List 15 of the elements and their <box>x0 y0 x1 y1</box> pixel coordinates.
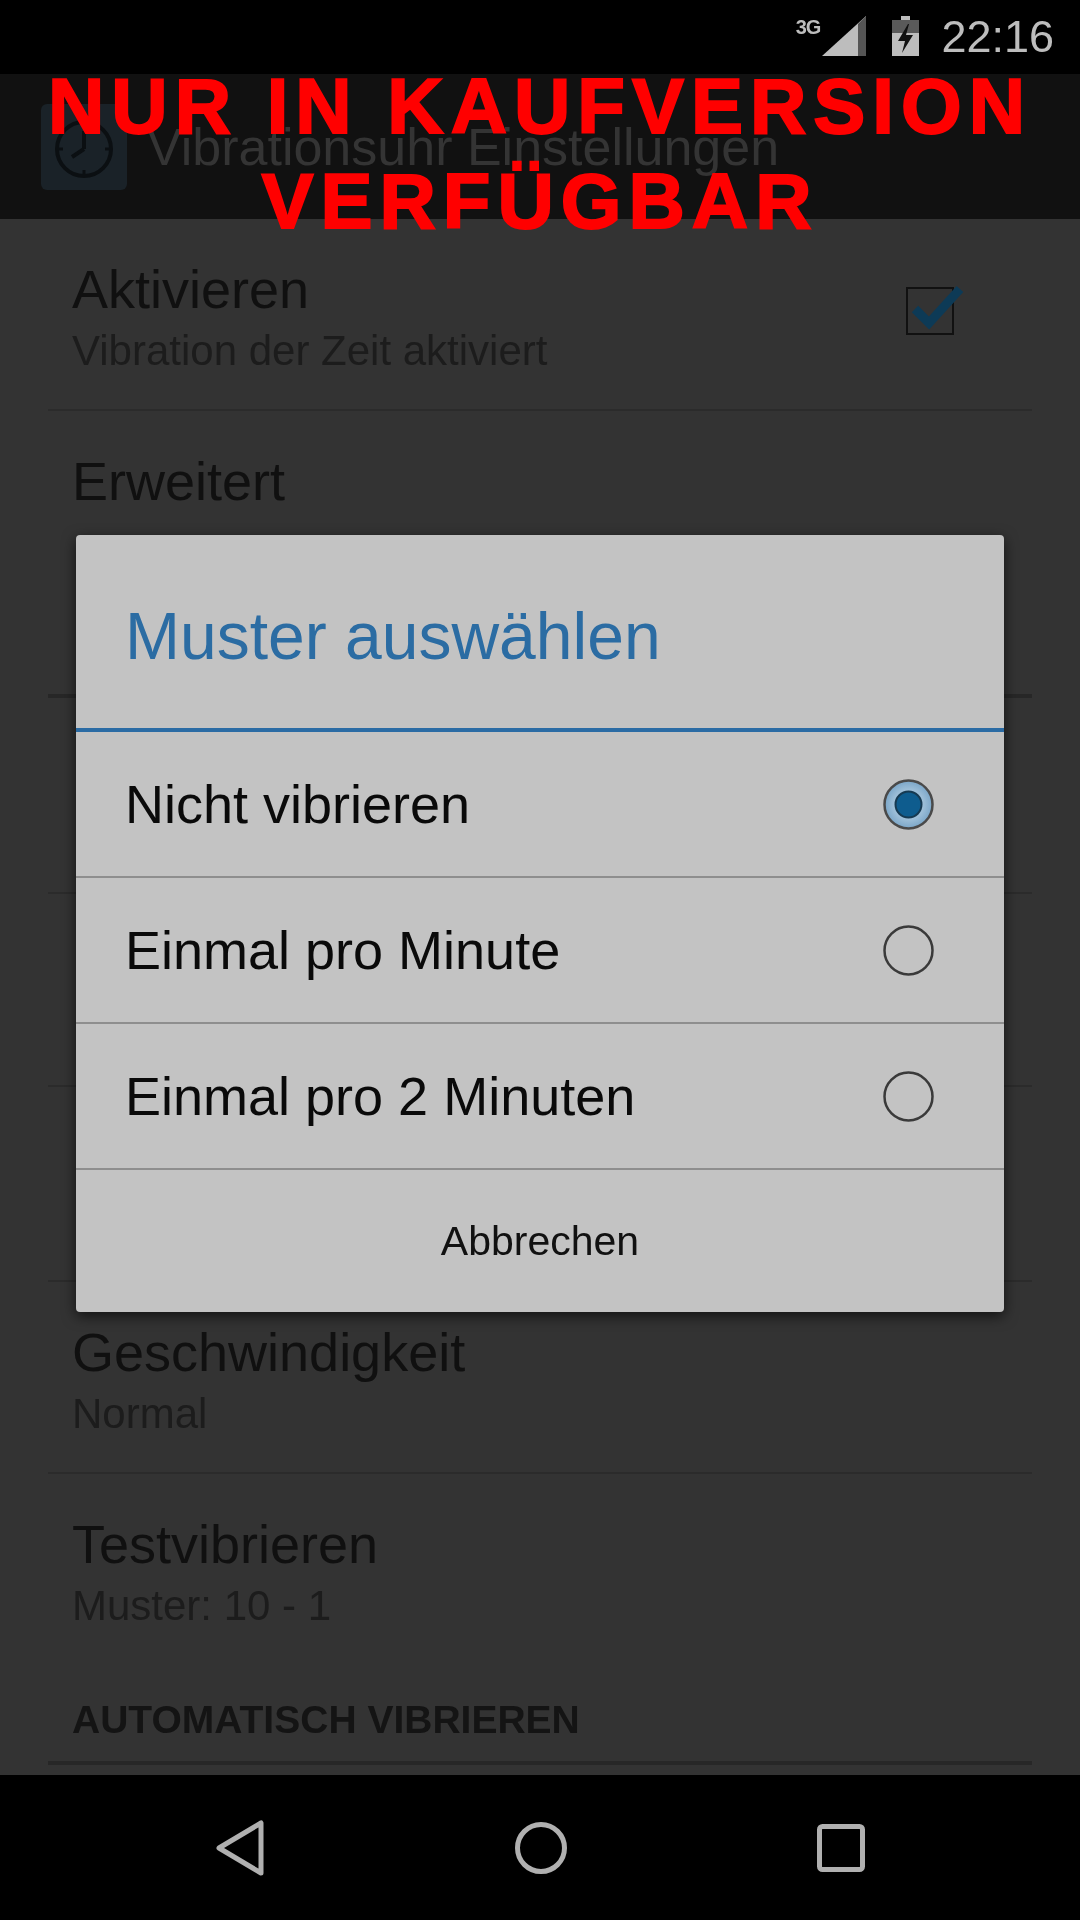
radio-icon[interactable] <box>883 924 934 976</box>
back-icon[interactable] <box>215 1819 265 1876</box>
status-time: 22:16 <box>941 11 1054 63</box>
dialog-title: Muster auswählen <box>125 599 661 673</box>
cancel-button[interactable]: Abbrechen <box>76 1170 1004 1312</box>
recents-icon[interactable] <box>817 1823 865 1872</box>
pattern-option[interactable]: Einmal pro Minute <box>76 878 1004 1024</box>
battery-charging-icon <box>892 16 920 56</box>
pattern-option[interactable]: Nicht vibrieren <box>76 732 1004 878</box>
radio-icon[interactable] <box>883 778 934 830</box>
pattern-option[interactable]: Einmal pro 2 Minuten <box>76 1024 1004 1170</box>
radio-icon[interactable] <box>883 1070 934 1122</box>
home-icon[interactable] <box>515 1821 567 1874</box>
signal-icon <box>822 16 867 56</box>
network-type-label: 3G <box>795 16 821 38</box>
